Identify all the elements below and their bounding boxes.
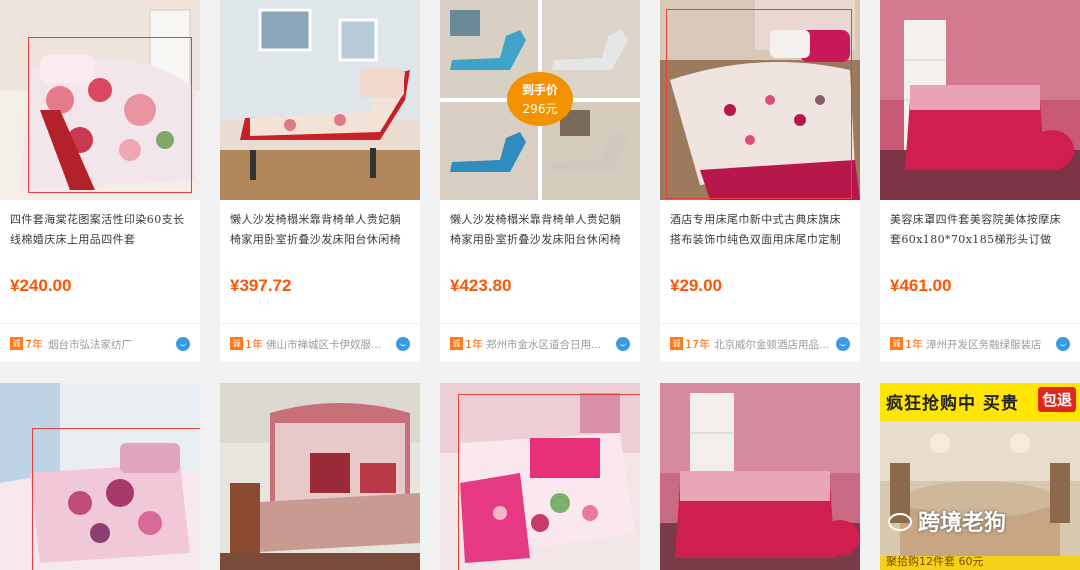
product-card[interactable]: 疯狂抢购中 买贵 包退 聚拾购12件套 60元 <box>880 383 1080 570</box>
ad-banner-tag: 包退 <box>1037 387 1076 412</box>
product-card[interactable] <box>0 383 200 570</box>
product-card[interactable] <box>220 383 420 570</box>
promo-line1: 到手价 <box>521 83 558 97</box>
card-footer: 诚 1年 漳州开发区务融绿服装店 <box>880 323 1080 362</box>
shop-name[interactable]: 漳州开发区务融绿服装店 <box>926 337 1046 352</box>
integrity-badge-icon: 诚 <box>450 337 463 350</box>
watermark: 跨境老狗 <box>888 505 1006 537</box>
shop-name[interactable]: 佛山市禅城区卡伊奴服... <box>266 337 386 352</box>
product-image[interactable]: 疯狂抢购中 买贵 包退 聚拾购12件套 60元 <box>880 383 1080 570</box>
product-title[interactable]: 懒人沙发椅榻米靠背椅单人贵妃躺椅家用卧室折叠沙发床阳台休闲椅 <box>230 210 412 250</box>
product-card[interactable]: 到手价 296元 懒人沙发椅榻米靠背椅单人贵妃躺椅家用卧室折叠沙发床阳台休闲椅 … <box>440 0 640 362</box>
product-image[interactable]: 到手价 296元 <box>440 0 640 200</box>
product-title[interactable]: 四件套海棠花图案活性印染60支长线棉婚庆床上用品四件套 <box>10 210 192 250</box>
product-price: ¥240.00 <box>10 276 72 295</box>
shop-name[interactable]: 烟台市弘法家纺厂 <box>48 337 168 352</box>
ad-strip-text: 聚拾购12件套 60元 <box>886 555 984 568</box>
product-card[interactable]: 美容床罩四件套美容院美体按摩床套60x180*70x185梯形头订做 ¥461.… <box>880 0 1080 362</box>
product-card[interactable] <box>660 383 860 570</box>
card-footer: 诚 1年 郑州市金水区道合日用... <box>440 323 640 362</box>
product-card[interactable] <box>440 383 640 570</box>
seller-years: 1年 <box>905 338 923 351</box>
highlight-box <box>458 394 640 570</box>
highlight-box <box>28 37 192 193</box>
product-image[interactable] <box>660 383 860 570</box>
product-image[interactable] <box>660 0 860 200</box>
seller-years: 17年 <box>685 338 710 351</box>
product-image[interactable] <box>0 0 200 200</box>
product-title[interactable]: 美容床罩四件套美容院美体按摩床套60x180*70x185梯形头订做 <box>890 210 1072 250</box>
highlight-box <box>32 428 200 570</box>
product-title[interactable]: 懒人沙发椅榻米靠背椅单人贵妃躺椅家用卧室折叠沙发床阳台休闲椅 <box>450 210 632 250</box>
product-image[interactable] <box>220 0 420 200</box>
product-price: ¥397.72 <box>230 276 292 295</box>
product-card[interactable]: 懒人沙发椅榻米靠背椅单人贵妃躺椅家用卧室折叠沙发床阳台休闲椅 ¥397.72 诚… <box>220 0 420 362</box>
ad-banner: 疯狂抢购中 买贵 包退 <box>880 383 1080 421</box>
shop-name[interactable]: 郑州市金水区道合日用... <box>486 337 606 352</box>
seller-years: 7年 <box>25 338 43 351</box>
seller-years: 1年 <box>465 338 483 351</box>
highlight-box <box>666 9 852 199</box>
integrity-badge-icon: 诚 <box>10 337 23 350</box>
product-image[interactable] <box>220 383 420 570</box>
product-grid: 四件套海棠花图案活性印染60支长线棉婚庆床上用品四件套 ¥240.00 诚 7年… <box>0 0 1080 570</box>
promo-price-badge: 到手价 296元 <box>507 72 573 126</box>
wechat-icon <box>888 513 912 531</box>
card-footer: 诚 1年 佛山市禅城区卡伊奴服... <box>220 323 420 362</box>
ad-strip: 聚拾购12件套 60元 <box>880 555 1080 570</box>
chat-icon[interactable] <box>396 337 410 351</box>
chat-icon[interactable] <box>1056 337 1070 351</box>
product-image[interactable] <box>0 383 200 570</box>
product-price: ¥29.00 <box>670 276 722 295</box>
product-image[interactable] <box>440 383 640 570</box>
promo-line2: 296元 <box>522 102 558 116</box>
shop-name[interactable]: 北京威尔金顿酒店用品... <box>714 337 834 352</box>
product-title[interactable]: 酒店专用床尾巾新中式古典床旗床搭布装饰巾纯色双面用床尾巾定制 <box>670 210 852 250</box>
chat-icon[interactable] <box>616 337 630 351</box>
chat-icon[interactable] <box>836 337 850 351</box>
card-footer: 诚 17年 北京威尔金顿酒店用品... <box>660 323 860 362</box>
ad-banner-text: 疯狂抢购中 买贵 <box>886 394 1019 414</box>
integrity-badge-icon: 诚 <box>230 337 243 350</box>
product-price: ¥423.80 <box>450 276 512 295</box>
product-price: ¥461.00 <box>890 276 952 295</box>
product-card[interactable]: 四件套海棠花图案活性印染60支长线棉婚庆床上用品四件套 ¥240.00 诚 7年… <box>0 0 200 362</box>
chat-icon[interactable] <box>176 337 190 351</box>
integrity-badge-icon: 诚 <box>670 337 683 350</box>
product-card[interactable]: 酒店专用床尾巾新中式古典床旗床搭布装饰巾纯色双面用床尾巾定制 ¥29.00 诚 … <box>660 0 860 362</box>
product-image[interactable] <box>880 0 1080 200</box>
seller-years: 1年 <box>245 338 263 351</box>
card-footer: 诚 7年 烟台市弘法家纺厂 <box>0 323 200 362</box>
watermark-text: 跨境老狗 <box>918 511 1007 536</box>
integrity-badge-icon: 诚 <box>890 337 903 350</box>
